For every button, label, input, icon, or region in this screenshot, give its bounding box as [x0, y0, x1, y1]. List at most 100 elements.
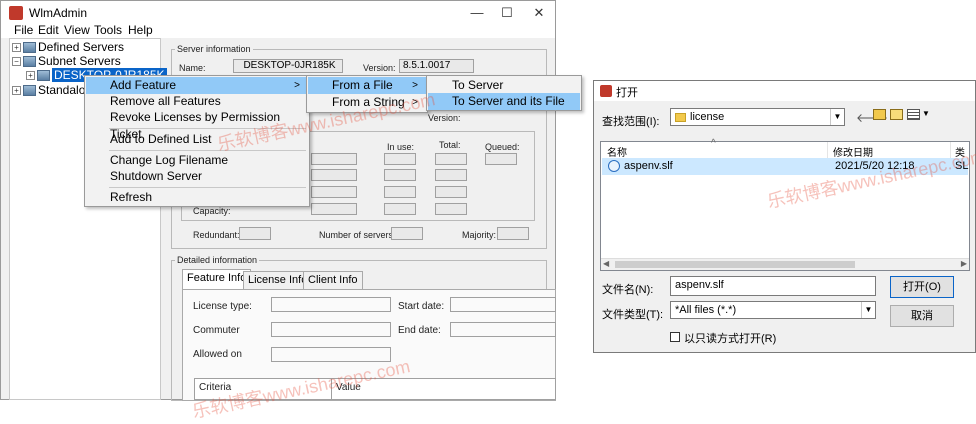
menu-change-log-filename[interactable]: Change Log Filename	[86, 152, 308, 169]
lookin-value: license	[690, 111, 725, 123]
scroll-right-icon[interactable]: ▶	[961, 259, 967, 268]
capacity-field-3	[435, 203, 467, 215]
menu-remove-all-features[interactable]: Remove all Features	[86, 93, 308, 110]
capacity-field	[311, 203, 357, 215]
total-field	[435, 169, 467, 181]
name-field: DESKTOP-0JR185K	[233, 59, 343, 73]
expand-icon[interactable]: +	[12, 43, 21, 53]
filetype-label: 文件类型(T):	[602, 309, 664, 321]
column-header-name[interactable]: 名称	[607, 144, 627, 159]
column-divider	[331, 378, 332, 400]
new-folder-icon[interactable]	[890, 109, 903, 120]
version2-label: Version:	[428, 113, 461, 123]
detailed-info-title: Detailed information	[175, 255, 260, 265]
count-field	[311, 153, 357, 165]
view-dropdown-icon[interactable]: ▼	[922, 109, 930, 118]
menu-refresh[interactable]: Refresh	[86, 189, 308, 206]
total-field	[435, 186, 467, 198]
menu-label: Add Feature	[110, 78, 177, 92]
column-header-date[interactable]: 修改日期	[833, 144, 873, 159]
in-use-field	[384, 169, 416, 181]
computer-icon	[37, 70, 50, 82]
file-list: 名称 ^ 修改日期 类 aspenv.slf 2021/5/20 12:18 S…	[600, 138, 970, 271]
open-button[interactable]: 打开(O)	[890, 276, 954, 298]
menubar: File Edit View Tools Help	[1, 22, 555, 38]
capacity-label: Capacity:	[193, 206, 231, 216]
column-header-type[interactable]: 类	[955, 144, 965, 159]
submenu-arrow-icon: >	[294, 80, 300, 91]
submenu-arrow-icon: >	[412, 80, 418, 91]
filetype-value: *All files (*.*)	[675, 304, 737, 316]
filename-input[interactable]: aspenv.slf	[670, 276, 876, 296]
collapse-icon[interactable]: −	[12, 57, 21, 67]
tree-item-defined-servers[interactable]: + Defined Servers	[12, 40, 124, 55]
view-menu-icon[interactable]	[907, 109, 920, 120]
file-type: SL	[955, 160, 969, 172]
num-servers-field	[391, 227, 423, 240]
dialog-title: 打开	[616, 87, 638, 99]
num-servers-label: Number of servers:	[319, 230, 396, 240]
total-field	[435, 153, 467, 165]
menu-add-to-defined-list[interactable]: Add to Defined List	[86, 131, 308, 148]
menu-edit[interactable]: Edit	[38, 23, 59, 37]
horizontal-scrollbar[interactable]: ◀ ▶	[601, 258, 969, 270]
expand-icon[interactable]: +	[12, 86, 21, 96]
expand-icon[interactable]: +	[26, 71, 35, 81]
network-icon	[23, 42, 36, 54]
commuter-label: Commuter	[193, 325, 240, 336]
menu-help[interactable]: Help	[128, 23, 153, 37]
end-date-label: End date:	[398, 325, 441, 336]
close-button[interactable]: ✕	[529, 4, 549, 22]
dialog-titlebar: 打开	[594, 81, 975, 101]
menu-from-a-file[interactable]: From a File >	[308, 77, 426, 94]
scrollbar-thumb[interactable]	[615, 261, 855, 268]
version-field: 8.5.1.0017	[399, 59, 474, 73]
name-label: Name:	[179, 63, 206, 73]
tab-feature-info[interactable]: Feature Info	[182, 269, 252, 289]
menu-file[interactable]: File	[14, 23, 33, 37]
menu-separator	[109, 187, 306, 188]
redundant-field	[239, 227, 271, 240]
start-date-label: Start date:	[398, 301, 445, 312]
submenu-from-a-file: To Server To Server and its File	[426, 75, 582, 111]
chevron-down-icon[interactable]: ▼	[830, 109, 844, 125]
tab-license-info[interactable]: License Info	[243, 271, 313, 289]
menu-from-a-string[interactable]: From a String >	[308, 94, 426, 111]
majority-field	[497, 227, 529, 240]
menu-label: From a String	[332, 95, 405, 109]
capacity-field-2	[384, 203, 416, 215]
filename-label: 文件名(N):	[602, 284, 654, 296]
menu-to-server-and-its-file[interactable]: To Server and its File	[428, 93, 580, 110]
readonly-checkbox[interactable]	[670, 332, 680, 342]
cancel-button[interactable]: 取消	[890, 305, 954, 327]
menu-add-feature[interactable]: Add Feature >	[86, 77, 308, 94]
criteria-header[interactable]: Criteria	[199, 382, 231, 393]
tab-client-info[interactable]: Client Info	[303, 271, 363, 289]
menu-tools[interactable]: Tools	[94, 23, 122, 37]
menu-view[interactable]: View	[64, 23, 90, 37]
total-label: Total:	[439, 140, 461, 150]
minimize-button[interactable]: —	[467, 4, 487, 22]
lookin-combo[interactable]: license ▼	[670, 108, 845, 126]
file-row[interactable]: aspenv.slf 2021/5/20 12:18 SL	[602, 158, 968, 175]
filetype-combo[interactable]: *All files (*.*) ▼	[670, 301, 876, 319]
menu-label: From a File	[332, 78, 393, 92]
tree-item-subnet-servers[interactable]: − Subnet Servers	[12, 54, 121, 69]
dialog-app-icon	[600, 85, 612, 97]
network-icon	[23, 85, 36, 97]
scroll-left-icon[interactable]: ◀	[603, 259, 609, 268]
window-title: WlmAdmin	[29, 6, 88, 20]
server-info-title: Server information	[175, 44, 253, 54]
value-header[interactable]: Value	[336, 382, 361, 393]
network-icon	[23, 56, 36, 68]
open-dialog: 打开 查找范围(I): license ▼ 🡐 ▼ 名称 ^ 修改日期 类 as…	[593, 80, 976, 353]
submenu-add-feature: From a File > From a String >	[306, 75, 428, 113]
menu-shutdown-server[interactable]: Shutdown Server	[86, 168, 308, 185]
up-folder-icon[interactable]	[873, 109, 886, 120]
version-label: Version:	[363, 63, 396, 73]
maximize-button[interactable]: ☐	[497, 4, 517, 22]
chevron-down-icon[interactable]: ▼	[861, 302, 875, 318]
menu-separator	[109, 150, 306, 151]
menu-revoke-licenses[interactable]: Revoke Licenses by Permission Ticket	[86, 109, 308, 141]
menu-to-server[interactable]: To Server	[428, 77, 580, 94]
